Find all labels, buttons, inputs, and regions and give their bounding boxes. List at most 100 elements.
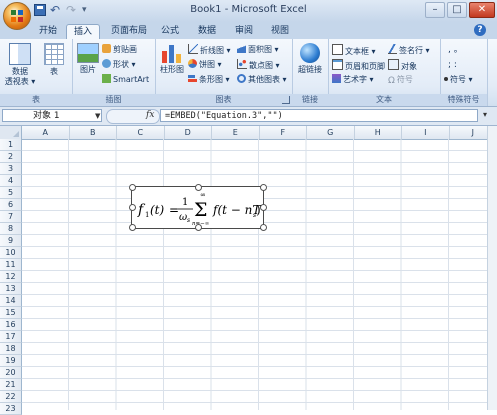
resize-handle-n[interactable] xyxy=(195,184,202,191)
row-header-11[interactable]: 11 xyxy=(0,259,22,271)
column-header-g[interactable]: G xyxy=(307,126,355,139)
group-illustrations: 图片 剪贴画 形状 ▾ SmartArt 插图 xyxy=(72,39,156,106)
area-chart-label: 面积图 ▾ xyxy=(248,45,279,54)
group-label-text: 文本 xyxy=(328,94,440,106)
other-charts-button[interactable]: 其他图表 ▾ xyxy=(237,74,287,86)
expand-formula-bar-icon[interactable]: ▾ xyxy=(483,110,487,119)
column-header-c[interactable]: C xyxy=(117,126,165,139)
column-header-b[interactable]: B xyxy=(70,126,118,139)
textbox-button[interactable]: 文本框 ▾ xyxy=(332,44,376,56)
row-header-14[interactable]: 14 xyxy=(0,295,22,307)
tab-review[interactable]: 审阅 xyxy=(228,24,260,39)
resize-handle-ne[interactable] xyxy=(260,184,267,191)
vertical-scrollbar[interactable] xyxy=(487,126,497,410)
column-header-i[interactable]: I xyxy=(402,126,450,139)
help-icon[interactable]: ? xyxy=(474,24,486,36)
symbol-button[interactable]: Ω符号 xyxy=(388,74,413,86)
wordart-button[interactable]: 艺术字 ▾ xyxy=(332,74,374,86)
formula-input[interactable]: =EMBED("Equation.3","") xyxy=(160,109,478,122)
column-header-h[interactable]: H xyxy=(355,126,403,139)
tab-home[interactable]: 开始 xyxy=(32,24,64,39)
row-header-21[interactable]: 21 xyxy=(0,379,22,391)
name-box[interactable]: 对象 1 xyxy=(2,109,102,122)
row-header-4[interactable]: 4 xyxy=(0,175,22,187)
row-header-3[interactable]: 3 xyxy=(0,163,22,175)
tab-insert[interactable]: 插入 xyxy=(66,24,100,40)
column-header-e[interactable]: E xyxy=(212,126,260,139)
resize-handle-se[interactable] xyxy=(260,224,267,231)
tab-page-layout[interactable]: 页面布局 xyxy=(104,24,154,39)
table-label: 表 xyxy=(40,67,68,77)
row-header-23[interactable]: 23 xyxy=(0,403,22,415)
row-header-5[interactable]: 5 xyxy=(0,187,22,199)
symbol-dot-icon xyxy=(444,77,448,81)
clipart-button[interactable]: 剪贴画 xyxy=(102,44,137,56)
line-chart-icon xyxy=(188,44,198,54)
column-chart-button[interactable]: 柱形图 xyxy=(158,43,186,75)
resize-handle-sw[interactable] xyxy=(129,224,136,231)
row-header-16[interactable]: 16 xyxy=(0,319,22,331)
insert-function-icon[interactable]: fx xyxy=(146,110,154,120)
pie-chart-button[interactable]: 饼图 ▾ xyxy=(188,59,222,71)
office-button[interactable] xyxy=(3,2,31,30)
minimize-button[interactable]: – xyxy=(425,2,445,18)
row-header-7[interactable]: 7 xyxy=(0,211,22,223)
column-header-f[interactable]: F xyxy=(260,126,308,139)
smartart-button[interactable]: SmartArt xyxy=(102,74,149,86)
row-header-2[interactable]: 2 xyxy=(0,151,22,163)
table-button[interactable]: 表 xyxy=(40,43,68,77)
name-box-dropdown-icon[interactable]: ▼ xyxy=(95,112,100,120)
line-chart-button[interactable]: 折线图 ▾ xyxy=(188,44,231,56)
omega-symbol-icon: Ω xyxy=(388,77,395,86)
shapes-label: 形状 ▾ xyxy=(113,60,136,69)
resize-handle-nw[interactable] xyxy=(129,184,136,191)
header-footer-button[interactable]: 页眉和页脚 xyxy=(332,59,385,71)
special-symbols-row1[interactable]: , 。 xyxy=(448,44,463,56)
column-header-a[interactable]: A xyxy=(22,126,70,139)
hyperlink-button[interactable]: 超链接 xyxy=(295,43,325,75)
row-header-15[interactable]: 15 xyxy=(0,307,22,319)
row-header-18[interactable]: 18 xyxy=(0,343,22,355)
row-header-8[interactable]: 8 xyxy=(0,223,22,235)
bar-chart-button[interactable]: 条形图 ▾ xyxy=(188,74,230,86)
row-header-20[interactable]: 20 xyxy=(0,367,22,379)
clipart-label: 剪贴画 xyxy=(113,45,137,54)
office-logo-icon xyxy=(11,10,23,22)
row-header-9[interactable]: 9 xyxy=(0,235,22,247)
special-symbols-row2[interactable]: ; : xyxy=(448,59,457,71)
row-header-17[interactable]: 17 xyxy=(0,331,22,343)
resize-handle-e[interactable] xyxy=(260,204,267,211)
select-all-button[interactable] xyxy=(0,126,22,139)
row-header-22[interactable]: 22 xyxy=(0,391,22,403)
shapes-button[interactable]: 形状 ▾ xyxy=(102,59,136,71)
column-header-d[interactable]: D xyxy=(165,126,213,139)
equation-object[interactable]: f 1 (t) = 1 ω s ∞ Σ n=−∞ f(t − nT s ) xyxy=(131,186,264,229)
scatter-chart-button[interactable]: 散点图 ▾ xyxy=(237,59,280,71)
tab-view[interactable]: 视图 xyxy=(264,24,296,39)
equation-graphic: f 1 (t) = 1 ω s ∞ Σ n=−∞ f(t − nT s ) xyxy=(132,187,263,228)
object-button[interactable]: 对象 xyxy=(388,59,417,71)
close-button[interactable]: ✕ xyxy=(469,2,495,18)
tab-formulas[interactable]: 公式 xyxy=(154,24,186,39)
resize-handle-s[interactable] xyxy=(195,224,202,231)
symbol-dropdown-button[interactable]: 符号 ▾ xyxy=(444,74,473,86)
picture-button[interactable]: 图片 xyxy=(75,43,101,75)
row-header-6[interactable]: 6 xyxy=(0,199,22,211)
charts-dialog-launcher-icon[interactable] xyxy=(282,96,290,104)
tab-data[interactable]: 数据 xyxy=(191,24,223,39)
title-bar: ↶ ↷ ▾ Book1 - Microsoft Excel – □ ✕ xyxy=(0,0,497,23)
maximize-button[interactable]: □ xyxy=(447,2,467,18)
signature-line-button[interactable]: 签名行 ▾ xyxy=(388,44,430,56)
pivot-table-button[interactable]: 数据 透视表 ▾ xyxy=(4,43,36,87)
row-header-10[interactable]: 10 xyxy=(0,247,22,259)
textbox-label: 文本框 ▾ xyxy=(345,47,376,56)
row-header-13[interactable]: 13 xyxy=(0,283,22,295)
row-header-12[interactable]: 12 xyxy=(0,271,22,283)
group-special-symbols: , 。 ; : 符号 ▾ 特殊符号 xyxy=(440,39,488,106)
resize-handle-w[interactable] xyxy=(129,204,136,211)
area-chart-button[interactable]: 面积图 ▾ xyxy=(237,44,279,56)
row-header-19[interactable]: 19 xyxy=(0,355,22,367)
cell-area[interactable] xyxy=(22,139,497,410)
row-header-1[interactable]: 1 xyxy=(0,139,22,151)
eq-equals: = xyxy=(169,203,179,217)
